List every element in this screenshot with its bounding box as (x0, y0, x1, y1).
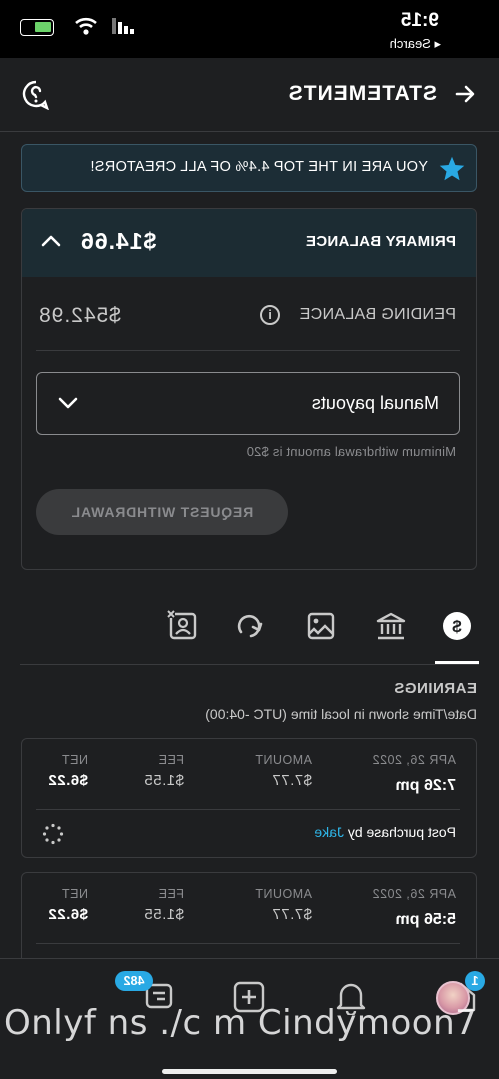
net-header: NET (61, 753, 89, 767)
star-icon (439, 156, 465, 181)
request-withdrawal-button[interactable]: REQUEST WITHDRAWAL (36, 489, 288, 535)
refund-arrow-icon[interactable] (235, 610, 267, 642)
help-circle-icon[interactable] (22, 80, 50, 110)
transaction-date: APR 26, 2022 (372, 887, 456, 901)
loading-spinner-icon (42, 823, 64, 845)
signal-icon (112, 18, 134, 34)
amount-value: $7.77 (271, 906, 312, 923)
battery-icon (20, 19, 54, 36)
divider (36, 809, 460, 810)
earnings-title: EARNINGS (393, 680, 477, 697)
status-time: 9:15 (400, 10, 439, 31)
payout-method-select[interactable]: Manual payouts (36, 372, 460, 435)
status-bar: 9:15 ◂ Search (0, 0, 499, 58)
net-value: $6.22 (47, 772, 88, 789)
fee-value: $1.55 (143, 772, 184, 789)
bank-icon[interactable] (375, 610, 407, 642)
user-card-icon[interactable] (167, 610, 199, 642)
dollar-circle-icon[interactable]: $ (441, 610, 473, 642)
watermark-text: Onlyf ns ./c m Cindymoon7 (4, 1003, 478, 1043)
svg-text:$: $ (452, 617, 462, 636)
banner-text: YOU ARE IN THE TOP 4.4% OF ALL CREATORS! (90, 159, 428, 175)
transaction-date: APR 26, 2022 (372, 753, 456, 767)
transaction-time: 7:26 pm (395, 777, 456, 794)
transaction-time: 5:56 pm (395, 911, 456, 928)
statement-tabs: $ (0, 600, 499, 666)
primary-balance-header[interactable]: PRIMARY BALANCE $14.66 (21, 209, 476, 277)
amount-header: AMOUNT (254, 753, 312, 767)
pending-balance-label: PENDING BALANCE (299, 306, 456, 323)
info-icon[interactable]: i (260, 305, 280, 325)
description-text: Post purchase by (347, 824, 456, 840)
net-value: $6.22 (47, 906, 88, 923)
page-header: STATEMENTS (0, 58, 499, 132)
back-to-search[interactable]: ◂ Search (390, 36, 441, 52)
buyer-link[interactable]: Jake (314, 824, 344, 840)
chevron-down-icon (58, 397, 78, 409)
arrow-left-icon[interactable] (453, 82, 477, 106)
home-indicator (162, 1069, 337, 1074)
divider (36, 943, 460, 944)
primary-balance-value: $14.66 (80, 228, 157, 254)
wifi-icon (75, 17, 97, 35)
earnings-subtitle: Date/Time shown in local time (UTC -04:0… (205, 706, 477, 722)
fee-header: FEE (158, 753, 184, 767)
image-icon[interactable] (305, 610, 337, 642)
balance-card: PRIMARY BALANCE $14.66 PENDING BALANCE i… (21, 208, 477, 570)
pending-balance-value: $542.98 (38, 304, 121, 327)
transaction-card: APR 26, 2022 7:26 pm AMOUNT $7.77 FEE $1… (21, 738, 477, 858)
messages-count-badge: 482 (115, 971, 153, 991)
home-notification-badge: 1 (465, 971, 485, 991)
fee-value: $1.55 (143, 906, 184, 923)
amount-header: AMOUNT (254, 887, 312, 901)
payout-method-value: Manual payouts (311, 393, 439, 413)
divider (36, 350, 460, 351)
net-header: NET (61, 887, 89, 901)
chevron-up-icon[interactable] (40, 233, 62, 249)
transaction-description: Post purchase by Jake (314, 824, 456, 840)
primary-balance-label: PRIMARY BALANCE (305, 233, 456, 250)
page-title: STATEMENTS (287, 82, 437, 105)
top-creator-banner: YOU ARE IN THE TOP 4.4% OF ALL CREATORS! (21, 144, 477, 192)
fee-header: FEE (158, 887, 184, 901)
tabs-divider (20, 664, 479, 665)
minimum-withdrawal-hint: Minimum withdrawal amount is $20 (246, 444, 456, 459)
amount-value: $7.77 (271, 772, 312, 789)
